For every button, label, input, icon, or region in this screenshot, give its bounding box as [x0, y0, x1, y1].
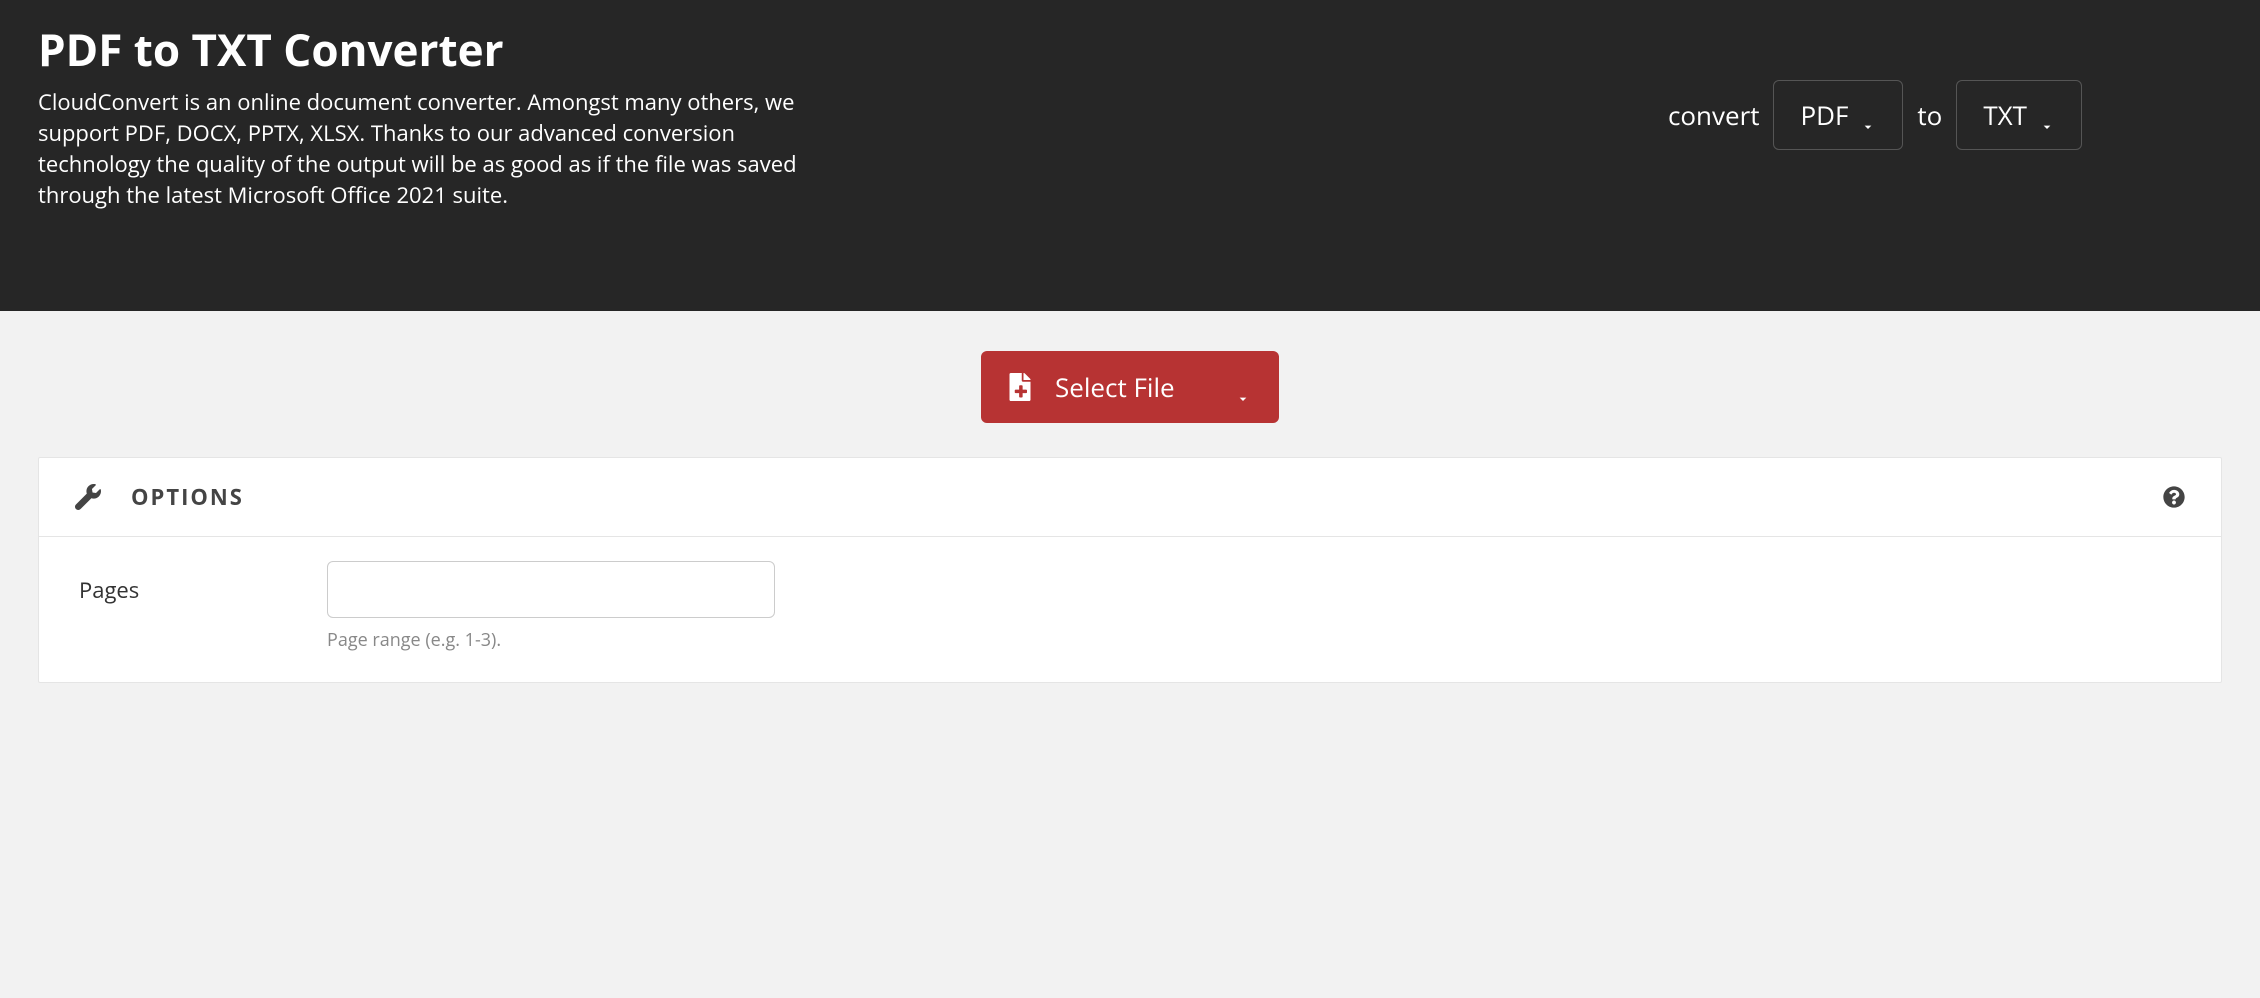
from-format-dropdown[interactable]: PDF	[1773, 80, 1903, 150]
main-content: Select File OPTIONS	[0, 311, 2260, 683]
pages-input[interactable]	[327, 561, 775, 618]
to-label: to	[1917, 97, 1942, 133]
from-format-value: PDF	[1800, 97, 1848, 133]
to-format-dropdown[interactable]: TXT	[1956, 80, 2082, 150]
options-title: OPTIONS	[131, 482, 244, 512]
page-title: PDF to TXT Converter	[38, 25, 798, 73]
hero-section: PDF to TXT Converter CloudConvert is an …	[0, 0, 2260, 311]
option-row-pages: Pages Page range (e.g. 1-3).	[79, 561, 2181, 652]
options-panel-body: Pages Page range (e.g. 1-3).	[39, 537, 2221, 682]
pages-help-text: Page range (e.g. 1-3).	[327, 628, 775, 652]
hero-left: PDF to TXT Converter CloudConvert is an …	[38, 25, 798, 211]
to-format-value: TXT	[1983, 97, 2027, 133]
select-file-row: Select File	[38, 351, 2222, 423]
options-panel: OPTIONS Pages Page range (e.g. 1-3).	[38, 457, 2222, 683]
convert-label: convert	[1668, 97, 1760, 133]
page-description: CloudConvert is an online document conve…	[38, 87, 798, 210]
help-icon[interactable]	[2163, 486, 2185, 508]
pages-label: Pages	[79, 561, 327, 605]
wrench-icon	[75, 484, 101, 510]
file-plus-icon	[1009, 373, 1031, 401]
select-file-label: Select File	[1055, 369, 1175, 405]
chevron-down-icon	[1860, 107, 1876, 123]
chevron-down-icon	[2039, 107, 2055, 123]
format-selector-group: convert PDF to TXT	[1668, 25, 2222, 150]
options-panel-header: OPTIONS	[39, 458, 2221, 537]
select-file-button[interactable]: Select File	[981, 351, 1279, 423]
chevron-down-icon	[1235, 379, 1251, 395]
